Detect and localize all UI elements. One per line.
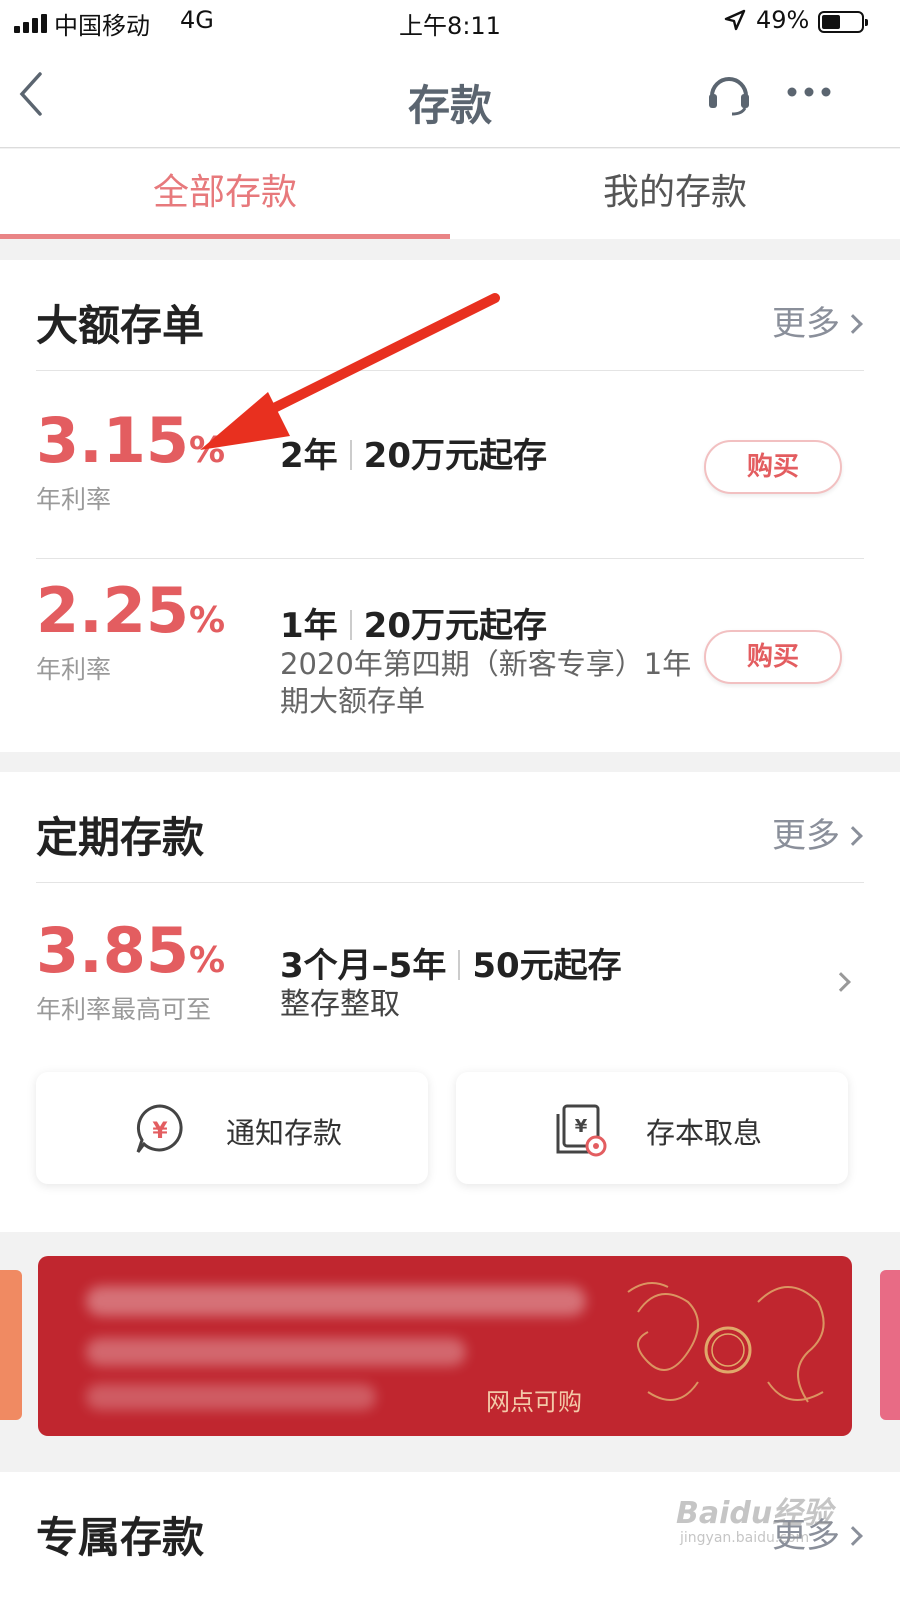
dragon-phoenix-decoration — [627, 1282, 825, 1403]
nav-bar: 存款 — [0, 46, 900, 148]
rate-label: 年利率 — [36, 485, 112, 514]
more-label: 更多 — [772, 304, 840, 344]
headset-icon[interactable] — [704, 68, 754, 118]
watermark: Baidu经验 — [676, 1496, 833, 1531]
divider — [36, 558, 864, 559]
section-title: 专属存款 — [36, 1513, 205, 1562]
interest-withdrawal-card[interactable]: ¥ 存本取息 — [456, 1072, 848, 1184]
carousel-prev-slide[interactable] — [0, 1270, 22, 1420]
section-title: 大额存单 — [36, 301, 205, 350]
notice-deposit-card[interactable]: ¥ 通知存款 — [36, 1072, 428, 1184]
more-label: 更多 — [772, 816, 840, 856]
product-terms: 3个月–5年 50元起存 — [280, 946, 622, 986]
rate-label: 年利率 — [36, 655, 112, 684]
yuan-document-icon: ¥ — [556, 1104, 607, 1157]
card-label: 存本取息 — [646, 1116, 763, 1150]
battery-percent: 49% — [756, 6, 810, 34]
rate-value: 2.25% — [36, 574, 226, 647]
svg-text:¥: ¥ — [575, 1116, 588, 1137]
location-arrow-icon — [724, 9, 746, 31]
divider — [36, 370, 864, 371]
battery-icon — [818, 11, 868, 33]
status-bar: 中国移动 4G 上午8:11 49% — [0, 0, 900, 46]
product-description: 2020年第四期（新客专享）1年期大额存单 — [280, 647, 692, 718]
rate-value: 3.85% — [36, 914, 226, 987]
more-dots-icon[interactable] — [780, 74, 840, 110]
section-title: 定期存款 — [36, 813, 205, 862]
chevron-right-icon — [831, 972, 851, 992]
chevron-right-icon — [843, 314, 863, 334]
promo-carousel: 网点可购 — [0, 1232, 900, 1472]
svg-text:¥: ¥ — [152, 1119, 168, 1144]
promo-banner[interactable]: 网点可购 — [38, 1256, 852, 1436]
more-link[interactable]: 更多 — [772, 808, 863, 857]
rate-label: 年利率最高可至 — [36, 995, 212, 1024]
buy-button[interactable]: 购买 — [704, 440, 842, 494]
carousel-next-slide[interactable] — [880, 1270, 900, 1420]
yuan-bubble-icon: ¥ — [136, 1104, 183, 1153]
tab-my-deposits[interactable]: 我的存款 — [450, 149, 900, 239]
chevron-right-icon — [843, 1526, 863, 1546]
tab-all-deposits[interactable]: 全部存款 — [0, 149, 450, 239]
product-terms: 1年 20万元起存 — [280, 606, 547, 646]
tab-bar: 全部存款 我的存款 — [0, 149, 900, 239]
buy-button[interactable]: 购买 — [704, 630, 842, 684]
product-description: 整存整取 — [280, 987, 400, 1022]
card-label: 通知存款 — [226, 1116, 343, 1150]
banner-subtitle: 网点可购 — [486, 1388, 582, 1416]
large-cd-section: 大额存单 更多 3.15% 年利率 2年 20万元起存 购买 2.25% 年利率 … — [0, 260, 900, 752]
chevron-right-icon — [843, 826, 863, 846]
page-title: 存款 — [407, 81, 492, 130]
rate-value: 3.15% — [36, 404, 226, 477]
divider — [36, 882, 864, 883]
more-link[interactable]: 更多 — [772, 296, 863, 345]
fixed-deposit-section: 定期存款 更多 3.85% 年利率最高可至 3个月–5年 50元起存 整存整取 ¥… — [0, 772, 900, 1232]
watermark-url: jingyan.baidu.com — [680, 1530, 810, 1546]
product-terms: 2年 20万元起存 — [280, 436, 547, 476]
